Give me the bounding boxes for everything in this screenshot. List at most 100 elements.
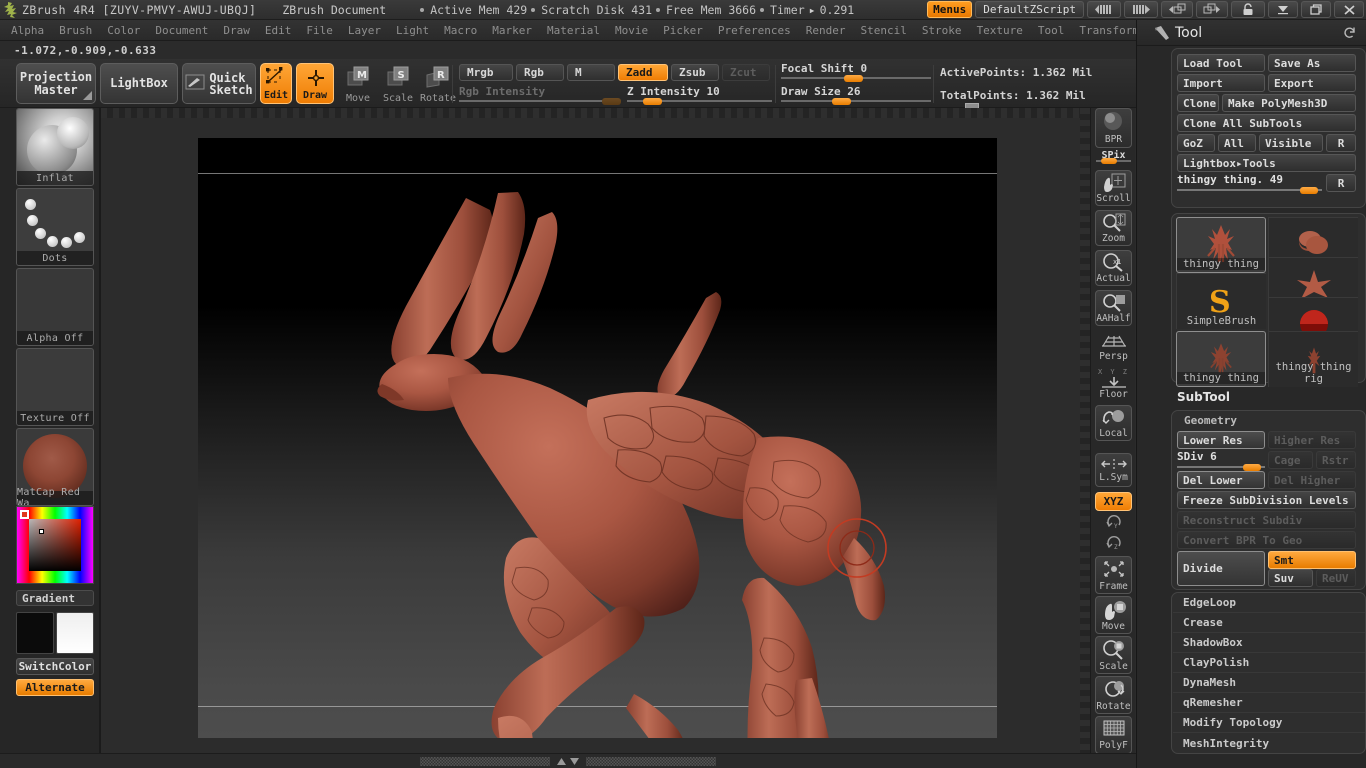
menu-item-stencil[interactable]: Stencil: [853, 22, 913, 39]
menu-item-color[interactable]: Color: [100, 22, 147, 39]
menu-item-tool[interactable]: Tool: [1031, 22, 1072, 39]
color-picker[interactable]: [16, 506, 94, 584]
suv-button[interactable]: Suv: [1268, 569, 1313, 587]
list-item-crease[interactable]: Crease: [1173, 613, 1365, 633]
smt-button[interactable]: Smt: [1268, 551, 1356, 569]
minimize-button[interactable]: [1268, 1, 1298, 18]
list-item-modify-topology[interactable]: Modify Topology: [1173, 713, 1365, 733]
clone-button[interactable]: Clone: [1177, 94, 1219, 112]
zcut-button[interactable]: Zcut: [722, 64, 770, 81]
secondary-color-swatch[interactable]: [56, 612, 94, 654]
subtool-section-label[interactable]: SubTool: [1177, 390, 1230, 404]
goz-visible-button[interactable]: Visible: [1259, 134, 1323, 152]
list-item-claypolish[interactable]: ClayPolish: [1173, 653, 1365, 673]
xyz-button[interactable]: XYZ: [1095, 492, 1132, 511]
rgb-intensity-slider[interactable]: Rgb Intensity: [459, 85, 621, 105]
quick-sketch-button[interactable]: Quick Sketch: [182, 63, 256, 104]
list-item-qremesher[interactable]: qRemesher: [1173, 693, 1365, 713]
save-as-button[interactable]: Save As: [1268, 54, 1356, 72]
focal-shift-slider[interactable]: Focal Shift 0: [781, 62, 931, 82]
menu-item-transform[interactable]: Transform: [1072, 22, 1146, 39]
switch-color-button[interactable]: SwitchColor: [16, 658, 94, 675]
menu-item-render[interactable]: Render: [799, 22, 853, 39]
tool-item-thingy-thing-rig[interactable]: thingy thing rig: [1268, 331, 1358, 387]
bottom-scrollbar[interactable]: [0, 753, 1136, 768]
z-axis-button[interactable]: Z: [1095, 533, 1132, 553]
menu-item-brush[interactable]: Brush: [52, 22, 99, 39]
color-marker[interactable]: [20, 510, 29, 519]
higher-res-button[interactable]: Higher Res: [1268, 431, 1356, 449]
make-polymesh3d-button[interactable]: Make PolyMesh3D: [1222, 94, 1356, 112]
menu-item-draw[interactable]: Draw: [216, 22, 257, 39]
menu-item-preferences[interactable]: Preferences: [711, 22, 798, 39]
menu-item-picker[interactable]: Picker: [656, 22, 710, 39]
list-item-dynamesh[interactable]: DynaMesh: [1173, 673, 1365, 693]
goz-r-button[interactable]: R: [1326, 134, 1356, 152]
texture-swatch[interactable]: Texture Off: [16, 348, 94, 426]
rstr-button[interactable]: Rstr: [1316, 451, 1356, 469]
goz-all-button[interactable]: All: [1218, 134, 1256, 152]
zsub-button[interactable]: Zsub: [671, 64, 719, 81]
menu-item-document[interactable]: Document: [148, 22, 215, 39]
menu-item-material[interactable]: Material: [540, 22, 607, 39]
list-item-meshintegrity[interactable]: MeshIntegrity: [1173, 733, 1365, 753]
tray-prev-icon[interactable]: [1161, 1, 1193, 18]
bpr-button[interactable]: BPR: [1095, 108, 1132, 148]
import-button[interactable]: Import: [1177, 74, 1265, 92]
del-higher-button[interactable]: Del Higher: [1268, 471, 1356, 489]
slider-knob[interactable]: [1243, 464, 1261, 471]
scroll-arrows[interactable]: [556, 757, 580, 766]
sdiv-slider[interactable]: SDiv 6: [1177, 450, 1265, 471]
tool-thumbnail-r-button[interactable]: R: [1326, 174, 1356, 192]
menu-item-stroke[interactable]: Stroke: [915, 22, 969, 39]
edit-button[interactable]: Edit: [260, 63, 292, 104]
menu-item-movie[interactable]: Movie: [608, 22, 655, 39]
scroll-button[interactable]: Scroll: [1095, 170, 1132, 206]
rgb-button[interactable]: Rgb: [516, 64, 564, 81]
frame-button[interactable]: Frame: [1095, 556, 1132, 594]
rotate-gizmo-button[interactable]: Rotate: [1095, 676, 1132, 714]
menu-item-edit[interactable]: Edit: [258, 22, 299, 39]
scroll-track-right[interactable]: [586, 756, 716, 766]
lightbox-button[interactable]: LightBox: [100, 63, 178, 104]
move-gizmo-button[interactable]: Move: [1095, 596, 1132, 634]
slider-knob[interactable]: [643, 98, 662, 105]
canvas-viewport[interactable]: [198, 138, 997, 738]
material-swatch[interactable]: MatCap Red Wa: [16, 428, 94, 506]
lock-icon[interactable]: [1231, 1, 1265, 18]
menu-item-alpha[interactable]: Alpha: [4, 22, 51, 39]
lower-res-button[interactable]: Lower Res: [1177, 431, 1265, 449]
floor-button[interactable]: X Y Z Floor: [1095, 366, 1132, 402]
persp-button[interactable]: Persp: [1095, 330, 1132, 364]
zadd-button[interactable]: Zadd: [618, 64, 668, 81]
tray-right-icon[interactable]: [1124, 1, 1158, 18]
spix-slider[interactable]: SPix: [1096, 150, 1131, 164]
menus-button[interactable]: Menus: [927, 1, 973, 18]
tool-item-thingy-thing-2[interactable]: thingy thing: [1176, 331, 1266, 387]
freeze-subdivision-button[interactable]: Freeze SubDivision Levels: [1177, 491, 1356, 509]
stroke-swatch[interactable]: Dots: [16, 188, 94, 266]
scale-button[interactable]: S Scale: [378, 63, 418, 104]
close-button[interactable]: [1334, 1, 1364, 18]
list-item-edgeloop[interactable]: EdgeLoop: [1173, 593, 1365, 613]
tool-thumbnail-slider[interactable]: thingy thing. 49: [1177, 173, 1322, 194]
aahalf-button[interactable]: AAHalf: [1095, 290, 1132, 326]
sculpt-model[interactable]: [198, 138, 997, 738]
cage-button[interactable]: Cage: [1268, 451, 1313, 469]
document-area[interactable]: [100, 108, 1091, 753]
menu-item-light[interactable]: Light: [389, 22, 436, 39]
goz-button[interactable]: GoZ: [1177, 134, 1215, 152]
lsym-button[interactable]: L.Sym: [1095, 453, 1132, 487]
local-button[interactable]: Local: [1095, 405, 1132, 441]
list-item-shadowbox[interactable]: ShadowBox: [1173, 633, 1365, 653]
tool-item-simplebrush[interactable]: S SimpleBrush: [1176, 273, 1266, 329]
slider-knob[interactable]: [1300, 187, 1318, 194]
slider-knob[interactable]: [1101, 158, 1117, 164]
divide-button[interactable]: Divide: [1177, 551, 1265, 586]
color-dot[interactable]: [39, 529, 44, 534]
y-axis-button[interactable]: Y: [1095, 512, 1132, 532]
export-button[interactable]: Export: [1268, 74, 1356, 92]
geometry-section-label[interactable]: Geometry: [1184, 414, 1237, 427]
actual-button[interactable]: x1 Actual: [1095, 250, 1132, 286]
zscript-button[interactable]: DefaultZScript: [975, 1, 1084, 18]
